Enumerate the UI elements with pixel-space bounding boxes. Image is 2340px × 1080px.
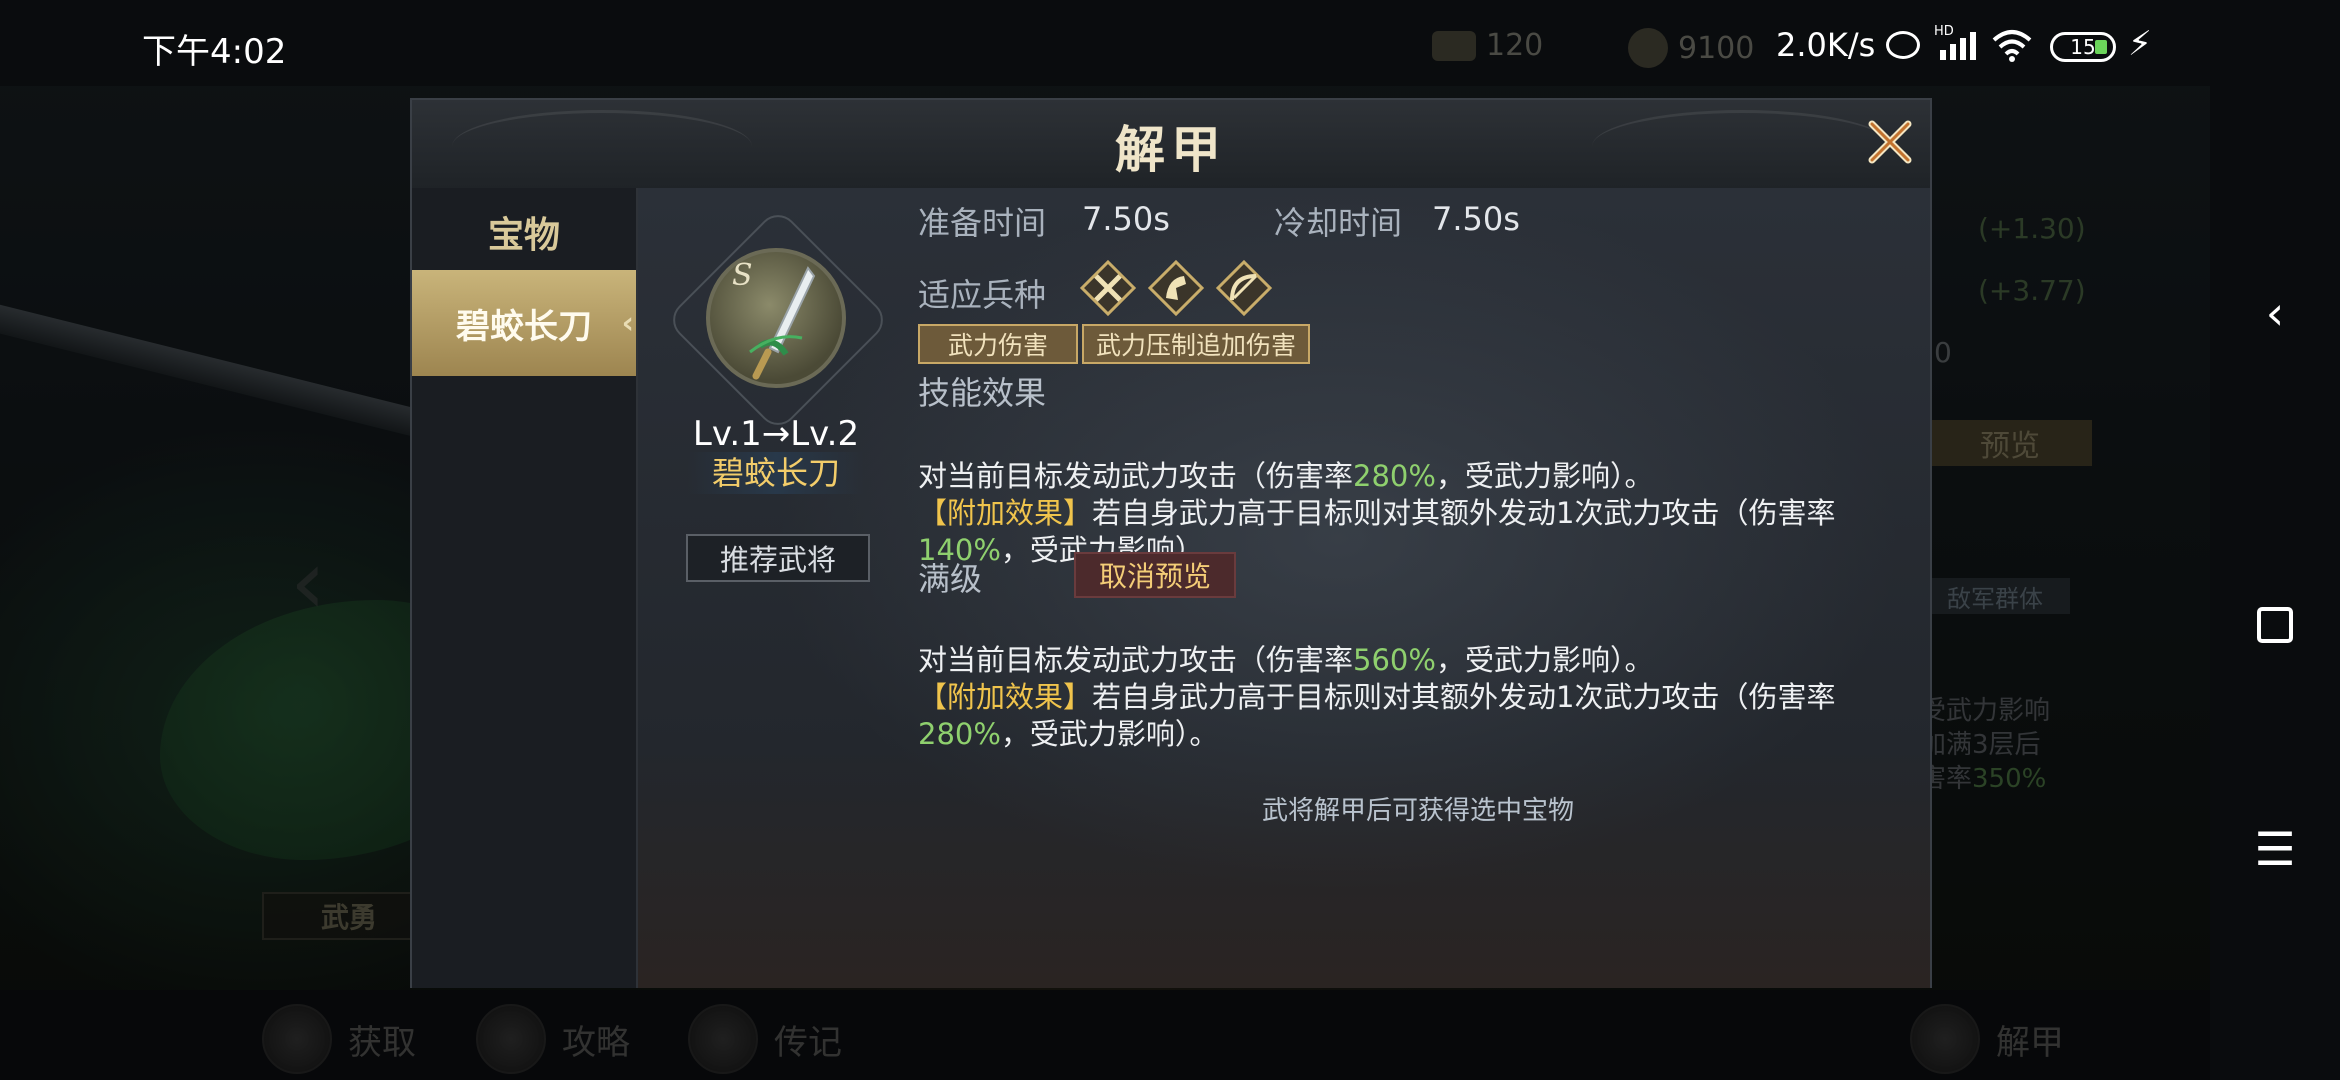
- effect-rate: 280%: [1353, 459, 1436, 493]
- effect-text: 若自身武力高于目标则对其额外发动1次武力攻击（伤害率: [1092, 496, 1836, 530]
- level-upgrade-text: Lv.1→Lv.2: [692, 414, 860, 454]
- clock: 下午4:02: [142, 32, 287, 72]
- effect-text: ，受武力影响）。: [1435, 643, 1654, 677]
- status-bar: 下午4:02 120 9100 2.0K/s HD 15 ⚡: [0, 0, 2340, 86]
- damage-type-tag: 武力伤害: [918, 324, 1078, 364]
- max-level-effect-text: 对当前目标发动武力攻击（伤害率560%，受武力影响）。 【附加效果】若自身武力高…: [918, 642, 1898, 753]
- home-nav-icon[interactable]: [2210, 600, 2340, 654]
- charging-icon: ⚡: [2128, 24, 2152, 64]
- alarm-icon: [1886, 31, 1920, 59]
- dialog-header: 解甲: [412, 100, 1930, 190]
- system-nav-bar: ‹ ☰: [2210, 86, 2340, 1080]
- weapon-emblem: S: [706, 248, 846, 388]
- network-speed: 2.0K/s: [1776, 26, 1876, 64]
- detail-panel: S Lv.1→Lv.2 碧蛟长刀 推荐武将 准备时间 7.50s 冷却时间 7.…: [638, 188, 1930, 988]
- cavalry-icon: [1146, 258, 1206, 318]
- wifi-icon: [1992, 28, 2032, 62]
- weapon-name: 碧蛟长刀: [688, 452, 864, 494]
- category-tabs: 宝物 碧蛟长刀 ‹: [412, 188, 638, 988]
- effect-rate: 280%: [918, 717, 1001, 751]
- resource-value: 9100: [1678, 30, 1755, 66]
- footer-note: 武将解甲后可获得选中宝物: [1261, 796, 1574, 826]
- damage-type-tag: 武力压制追加伤害: [1082, 324, 1310, 364]
- effect-text: 对当前目标发动武力攻击（伤害率: [918, 459, 1354, 493]
- cooldown-value: 7.50s: [1432, 200, 1520, 238]
- unequip-dialog: 解甲 宝物 碧蛟长刀 ‹ S Lv.1→Lv.2 碧蛟长刀 推荐武将 准备时间 …: [410, 98, 1932, 988]
- max-level-label: 满级: [918, 560, 983, 598]
- troop-type-label: 适应兵种: [918, 276, 1047, 314]
- resource-counter: 9100: [1628, 28, 1754, 68]
- resource-value: 120: [1486, 28, 1544, 63]
- skill-effect-text: 对当前目标发动武力攻击（伤害率280%，受武力影响）。 【附加效果】若自身武力高…: [918, 458, 1898, 569]
- battery-icon: 15: [2050, 32, 2116, 62]
- chevron-left-icon: ‹: [621, 306, 634, 341]
- coin-icon: [1628, 28, 1668, 68]
- infantry-icon: [1078, 258, 1138, 318]
- back-nav-icon[interactable]: ‹: [2210, 286, 2340, 340]
- bonus-effect-label: 【附加效果】: [918, 496, 1093, 530]
- cooldown-label: 冷却时间: [1274, 204, 1403, 242]
- effect-rate: 560%: [1353, 643, 1436, 677]
- effect-text: ，受武力影响）。: [1000, 717, 1219, 751]
- tab-item-weapon[interactable]: 碧蛟长刀 ‹: [412, 270, 636, 376]
- sword-icon: [749, 266, 816, 380]
- tab-header-treasure: 宝物: [487, 215, 560, 256]
- token-icon: [1432, 30, 1476, 61]
- effect-text: 对当前目标发动武力攻击（伤害率: [918, 643, 1354, 677]
- close-icon: [1868, 120, 1912, 164]
- bonus-effect-label: 【附加效果】: [918, 680, 1093, 714]
- skill-effect-label: 技能效果: [918, 374, 1047, 412]
- tab-item-label: 碧蛟长刀: [456, 306, 592, 347]
- signal-icon: [1932, 26, 1976, 60]
- effect-text: ，受武力影响）。: [1435, 459, 1654, 493]
- dialog-title: 解甲: [1115, 121, 1227, 179]
- cancel-preview-button[interactable]: 取消预览: [1074, 552, 1236, 598]
- recommend-general-button[interactable]: 推荐武将: [686, 534, 870, 582]
- prep-time-value: 7.50s: [1082, 200, 1170, 238]
- effect-text: 若自身武力高于目标则对其额外发动1次武力攻击（伤害率: [1092, 680, 1836, 714]
- archer-icon: [1214, 258, 1274, 318]
- prep-time-label: 准备时间: [918, 204, 1047, 242]
- menu-nav-icon[interactable]: ☰: [2210, 822, 2340, 876]
- close-button[interactable]: [1862, 114, 1918, 170]
- battery-level: 15: [2070, 35, 2096, 59]
- resource-counter: 120: [1432, 28, 1543, 63]
